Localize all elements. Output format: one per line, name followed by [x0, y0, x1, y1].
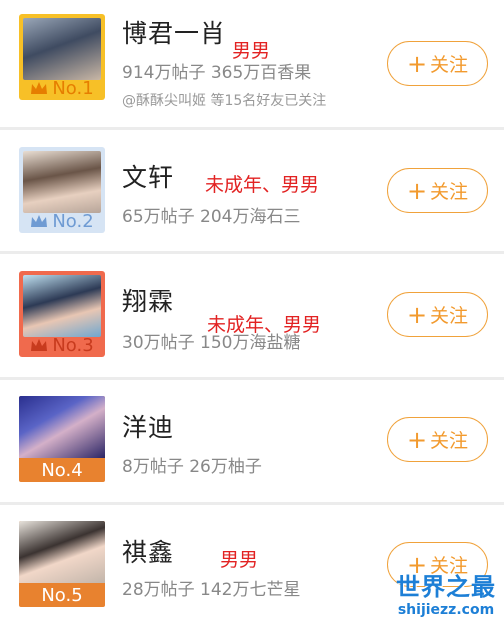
plus-icon: + — [406, 176, 428, 205]
topic-stats: 914万帖子 365万百香果 — [122, 63, 312, 83]
crown-icon — [31, 339, 48, 351]
list-item[interactable]: No.2 文轩 未成年、男男 65万帖子 204万海石三 + 关注 — [0, 130, 504, 251]
topic-stats: 65万帖子 204万海石三 — [122, 207, 301, 227]
topic-name[interactable]: 祺鑫 — [122, 533, 174, 569]
annotation-note: 男男 — [220, 549, 259, 571]
rank-badge: No.4 — [41, 459, 83, 481]
topic-name[interactable]: 洋迪 — [122, 408, 174, 444]
avatar[interactable]: No.4 — [19, 396, 105, 482]
follow-button[interactable]: + 关注 — [387, 417, 488, 462]
avatar[interactable]: No.2 — [19, 147, 105, 233]
list-item[interactable]: No.1 博君一肖 男男 914万帖子 365万百香果 @酥酥尖叫姬 等15名好… — [0, 0, 504, 124]
watermark-url: shijiezz.com — [397, 602, 495, 618]
rank-badge: No.2 — [19, 209, 105, 233]
topic-stats: 30万帖子 150万海盐糖 — [122, 333, 301, 353]
follow-button[interactable]: + 关注 — [387, 41, 488, 86]
plus-icon: + — [406, 300, 428, 329]
avatar[interactable]: No.5 — [19, 521, 105, 607]
list-item[interactable]: No.3 翔霖 未成年、男男 30万帖子 150万海盐糖 + 关注 — [0, 254, 504, 377]
topic-stats: 28万帖子 142万七芒星 — [122, 580, 301, 600]
topic-stats: 8万帖子 26万柚子 — [122, 457, 262, 477]
list-item[interactable]: No.4 洋迪 8万帖子 26万柚子 + 关注 — [0, 380, 504, 502]
rank-badge: No.5 — [41, 584, 83, 606]
plus-icon: + — [406, 425, 428, 454]
watermark-title: 世界之最 — [396, 573, 496, 601]
crown-icon — [31, 82, 48, 94]
topic-name[interactable]: 翔霖 — [122, 282, 174, 318]
rank-badge: No.1 — [19, 76, 105, 100]
rank-badge: No.3 — [19, 333, 105, 357]
follow-button[interactable]: + 关注 — [387, 292, 488, 337]
annotation-note: 未成年、男男 — [205, 174, 320, 196]
friends-followed: @酥酥尖叫姬 等15名好友已关注 — [122, 93, 327, 109]
watermark: 世界之最 shijiezz.com — [396, 567, 496, 618]
avatar[interactable]: No.1 — [19, 14, 105, 100]
topic-name[interactable]: 博君一肖 — [122, 14, 226, 50]
follow-button[interactable]: + 关注 — [387, 168, 488, 213]
plus-icon: + — [406, 49, 428, 78]
avatar[interactable]: No.3 — [19, 271, 105, 357]
crown-icon — [31, 215, 48, 227]
topic-name[interactable]: 文轩 — [122, 158, 174, 194]
